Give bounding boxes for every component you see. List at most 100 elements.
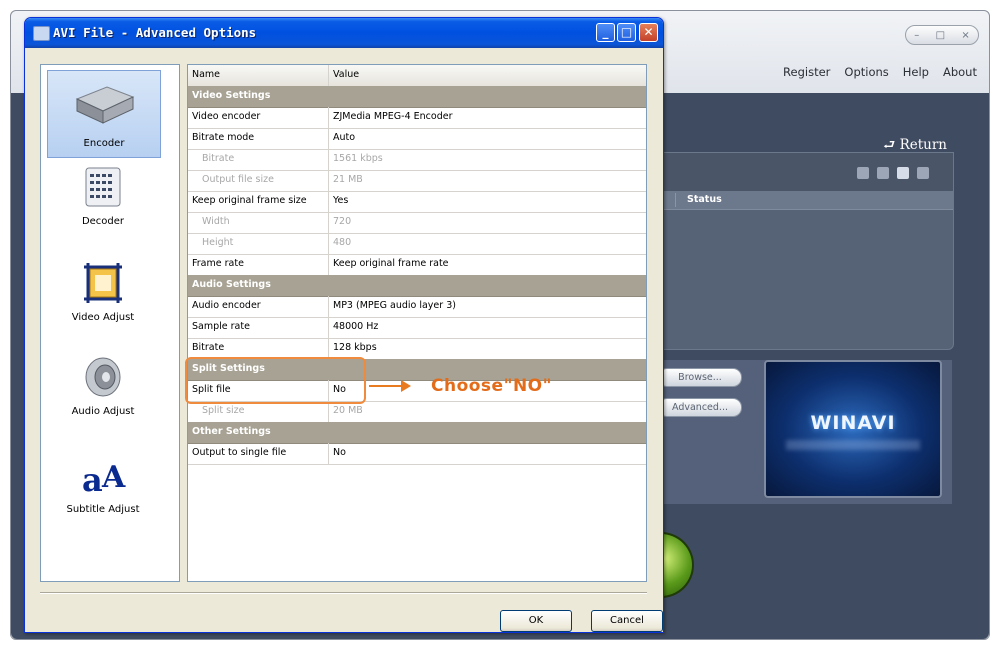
property-name: Audio encoder bbox=[192, 300, 261, 311]
property-value: 20 MB bbox=[333, 405, 363, 416]
advanced-button[interactable]: Advanced... bbox=[658, 398, 742, 417]
browse-button[interactable]: Browse... bbox=[658, 368, 742, 387]
main-menu: Register Options Help About bbox=[783, 65, 977, 79]
property-name: Output to single file bbox=[192, 447, 287, 458]
subtitle-adjust-icon: a A bbox=[82, 460, 126, 499]
property-name: Video encoder bbox=[192, 111, 261, 122]
decoder-icon bbox=[85, 167, 121, 207]
property-row: Width 720 bbox=[188, 212, 646, 234]
split-file-highlight bbox=[185, 357, 366, 404]
property-name: Bitrate bbox=[192, 342, 225, 353]
property-grid: Name Value Video Settings Video encoder ZJ… bbox=[187, 64, 647, 582]
property-value[interactable]: Yes bbox=[333, 195, 348, 206]
menu-about[interactable]: About bbox=[943, 65, 977, 79]
property-name: Keep original frame size bbox=[192, 195, 307, 206]
app-icon bbox=[33, 26, 50, 41]
file-list-toolbar bbox=[641, 153, 953, 191]
section-title: Other Settings bbox=[192, 426, 271, 437]
property-name: Frame rate bbox=[192, 258, 244, 269]
property-value[interactable]: No bbox=[333, 447, 346, 458]
svg-text:A: A bbox=[101, 460, 126, 495]
toolbar-icon-4[interactable] bbox=[917, 167, 929, 179]
category-label: Video Adjust bbox=[71, 312, 135, 323]
menu-options[interactable]: Options bbox=[844, 65, 888, 79]
svg-text:a: a bbox=[82, 461, 103, 497]
logo-text: WINAVI bbox=[810, 412, 896, 434]
dialog-separator bbox=[40, 592, 647, 593]
category-audio-adjust[interactable]: Audio Adjust bbox=[47, 355, 159, 417]
section-title: Video Settings bbox=[192, 90, 271, 101]
section-header: Other Settings bbox=[188, 422, 646, 444]
cancel-button[interactable]: Cancel bbox=[591, 610, 663, 632]
property-value: 21 MB bbox=[333, 174, 363, 185]
property-name: Width bbox=[202, 216, 230, 227]
category-decoder[interactable]: Decoder bbox=[47, 165, 159, 227]
file-list-header: Status bbox=[641, 191, 953, 210]
menu-help[interactable]: Help bbox=[903, 65, 929, 79]
main-close-button[interactable]: × bbox=[961, 30, 969, 41]
property-row: Height 480 bbox=[188, 233, 646, 255]
advanced-options-dialog: AVI File - Advanced Options _ □ ✕ Encode… bbox=[24, 17, 664, 633]
video-adjust-icon bbox=[84, 263, 122, 303]
encoder-icon bbox=[75, 86, 135, 124]
property-name: Sample rate bbox=[192, 321, 250, 332]
category-encoder[interactable]: Encoder bbox=[47, 70, 161, 158]
property-name: Height bbox=[202, 237, 234, 248]
property-value[interactable]: 128 kbps bbox=[333, 342, 377, 353]
property-row: Bitrate 1561 kbps bbox=[188, 149, 646, 171]
section-header: Audio Settings bbox=[188, 275, 646, 297]
category-video-adjust[interactable]: Video Adjust bbox=[47, 261, 159, 323]
maximize-button[interactable]: □ bbox=[617, 23, 636, 42]
property-row: Output file size 21 MB bbox=[188, 170, 646, 192]
property-name: Split size bbox=[202, 405, 245, 416]
status-column-header[interactable]: Status bbox=[687, 194, 722, 205]
file-list-panel: Status bbox=[640, 152, 954, 350]
property-row[interactable]: Audio encoder MP3 (MPEG audio layer 3) bbox=[188, 296, 646, 318]
property-row[interactable]: Frame rate Keep original frame rate bbox=[188, 254, 646, 276]
annotation-text: Choose"NO" bbox=[431, 376, 552, 396]
category-label: Audio Adjust bbox=[71, 406, 135, 417]
main-minimize-button[interactable]: – bbox=[914, 30, 919, 41]
property-row[interactable]: Bitrate mode Auto bbox=[188, 128, 646, 150]
property-row[interactable]: Video encoder ZJMedia MPEG-4 Encoder bbox=[188, 107, 646, 129]
property-value[interactable]: Keep original frame rate bbox=[333, 258, 449, 269]
grid-header: Name Value bbox=[188, 65, 646, 87]
property-value: 1561 kbps bbox=[333, 153, 383, 164]
property-value[interactable]: MP3 (MPEG audio layer 3) bbox=[333, 300, 456, 311]
winavi-logo: WINAVI bbox=[764, 360, 942, 498]
property-value[interactable]: Auto bbox=[333, 132, 355, 143]
minimize-button[interactable]: _ bbox=[596, 23, 615, 42]
name-column-header[interactable]: Name bbox=[192, 69, 220, 80]
main-maximize-button[interactable]: □ bbox=[936, 30, 945, 41]
category-label: Subtitle Adjust bbox=[66, 504, 140, 515]
property-row[interactable]: Keep original frame size Yes bbox=[188, 191, 646, 213]
section-header: Video Settings bbox=[188, 86, 646, 108]
category-subtitle-adjust[interactable]: a A Subtitle Adjust bbox=[47, 451, 159, 515]
category-label: Decoder bbox=[81, 216, 125, 227]
audio-adjust-icon bbox=[85, 357, 121, 397]
property-name: Bitrate mode bbox=[192, 132, 255, 143]
add-icon[interactable] bbox=[897, 167, 909, 179]
main-window-controls: – □ × bbox=[905, 25, 979, 45]
property-name: Bitrate bbox=[202, 153, 235, 164]
value-column-header[interactable]: Value bbox=[333, 69, 359, 80]
section-title: Audio Settings bbox=[192, 279, 271, 290]
annotation-arrow bbox=[369, 380, 411, 392]
dialog-title: AVI File - Advanced Options bbox=[53, 25, 257, 40]
output-options-area: Browse... Advanced... WINAVI bbox=[640, 360, 952, 504]
ok-button[interactable]: OK bbox=[500, 610, 572, 632]
dialog-titlebar[interactable]: AVI File - Advanced Options _ □ ✕ bbox=[25, 18, 663, 48]
property-row[interactable]: Output to single file No bbox=[188, 443, 646, 465]
menu-register[interactable]: Register bbox=[783, 65, 830, 79]
property-row[interactable]: Sample rate 48000 Hz bbox=[188, 317, 646, 339]
property-value: 480 bbox=[333, 237, 352, 248]
property-name: Output file size bbox=[202, 174, 274, 185]
property-value[interactable]: ZJMedia MPEG-4 Encoder bbox=[333, 111, 452, 122]
category-label: Encoder bbox=[83, 138, 125, 149]
close-button[interactable]: ✕ bbox=[639, 23, 658, 42]
property-row: Split size 20 MB bbox=[188, 401, 646, 423]
toolbar-icon-1[interactable] bbox=[857, 167, 869, 179]
toolbar-icon-2[interactable] bbox=[877, 167, 889, 179]
property-value[interactable]: 48000 Hz bbox=[333, 321, 378, 332]
category-list: Encoder Decoder Video Adjust Audio Adjus… bbox=[40, 64, 180, 582]
